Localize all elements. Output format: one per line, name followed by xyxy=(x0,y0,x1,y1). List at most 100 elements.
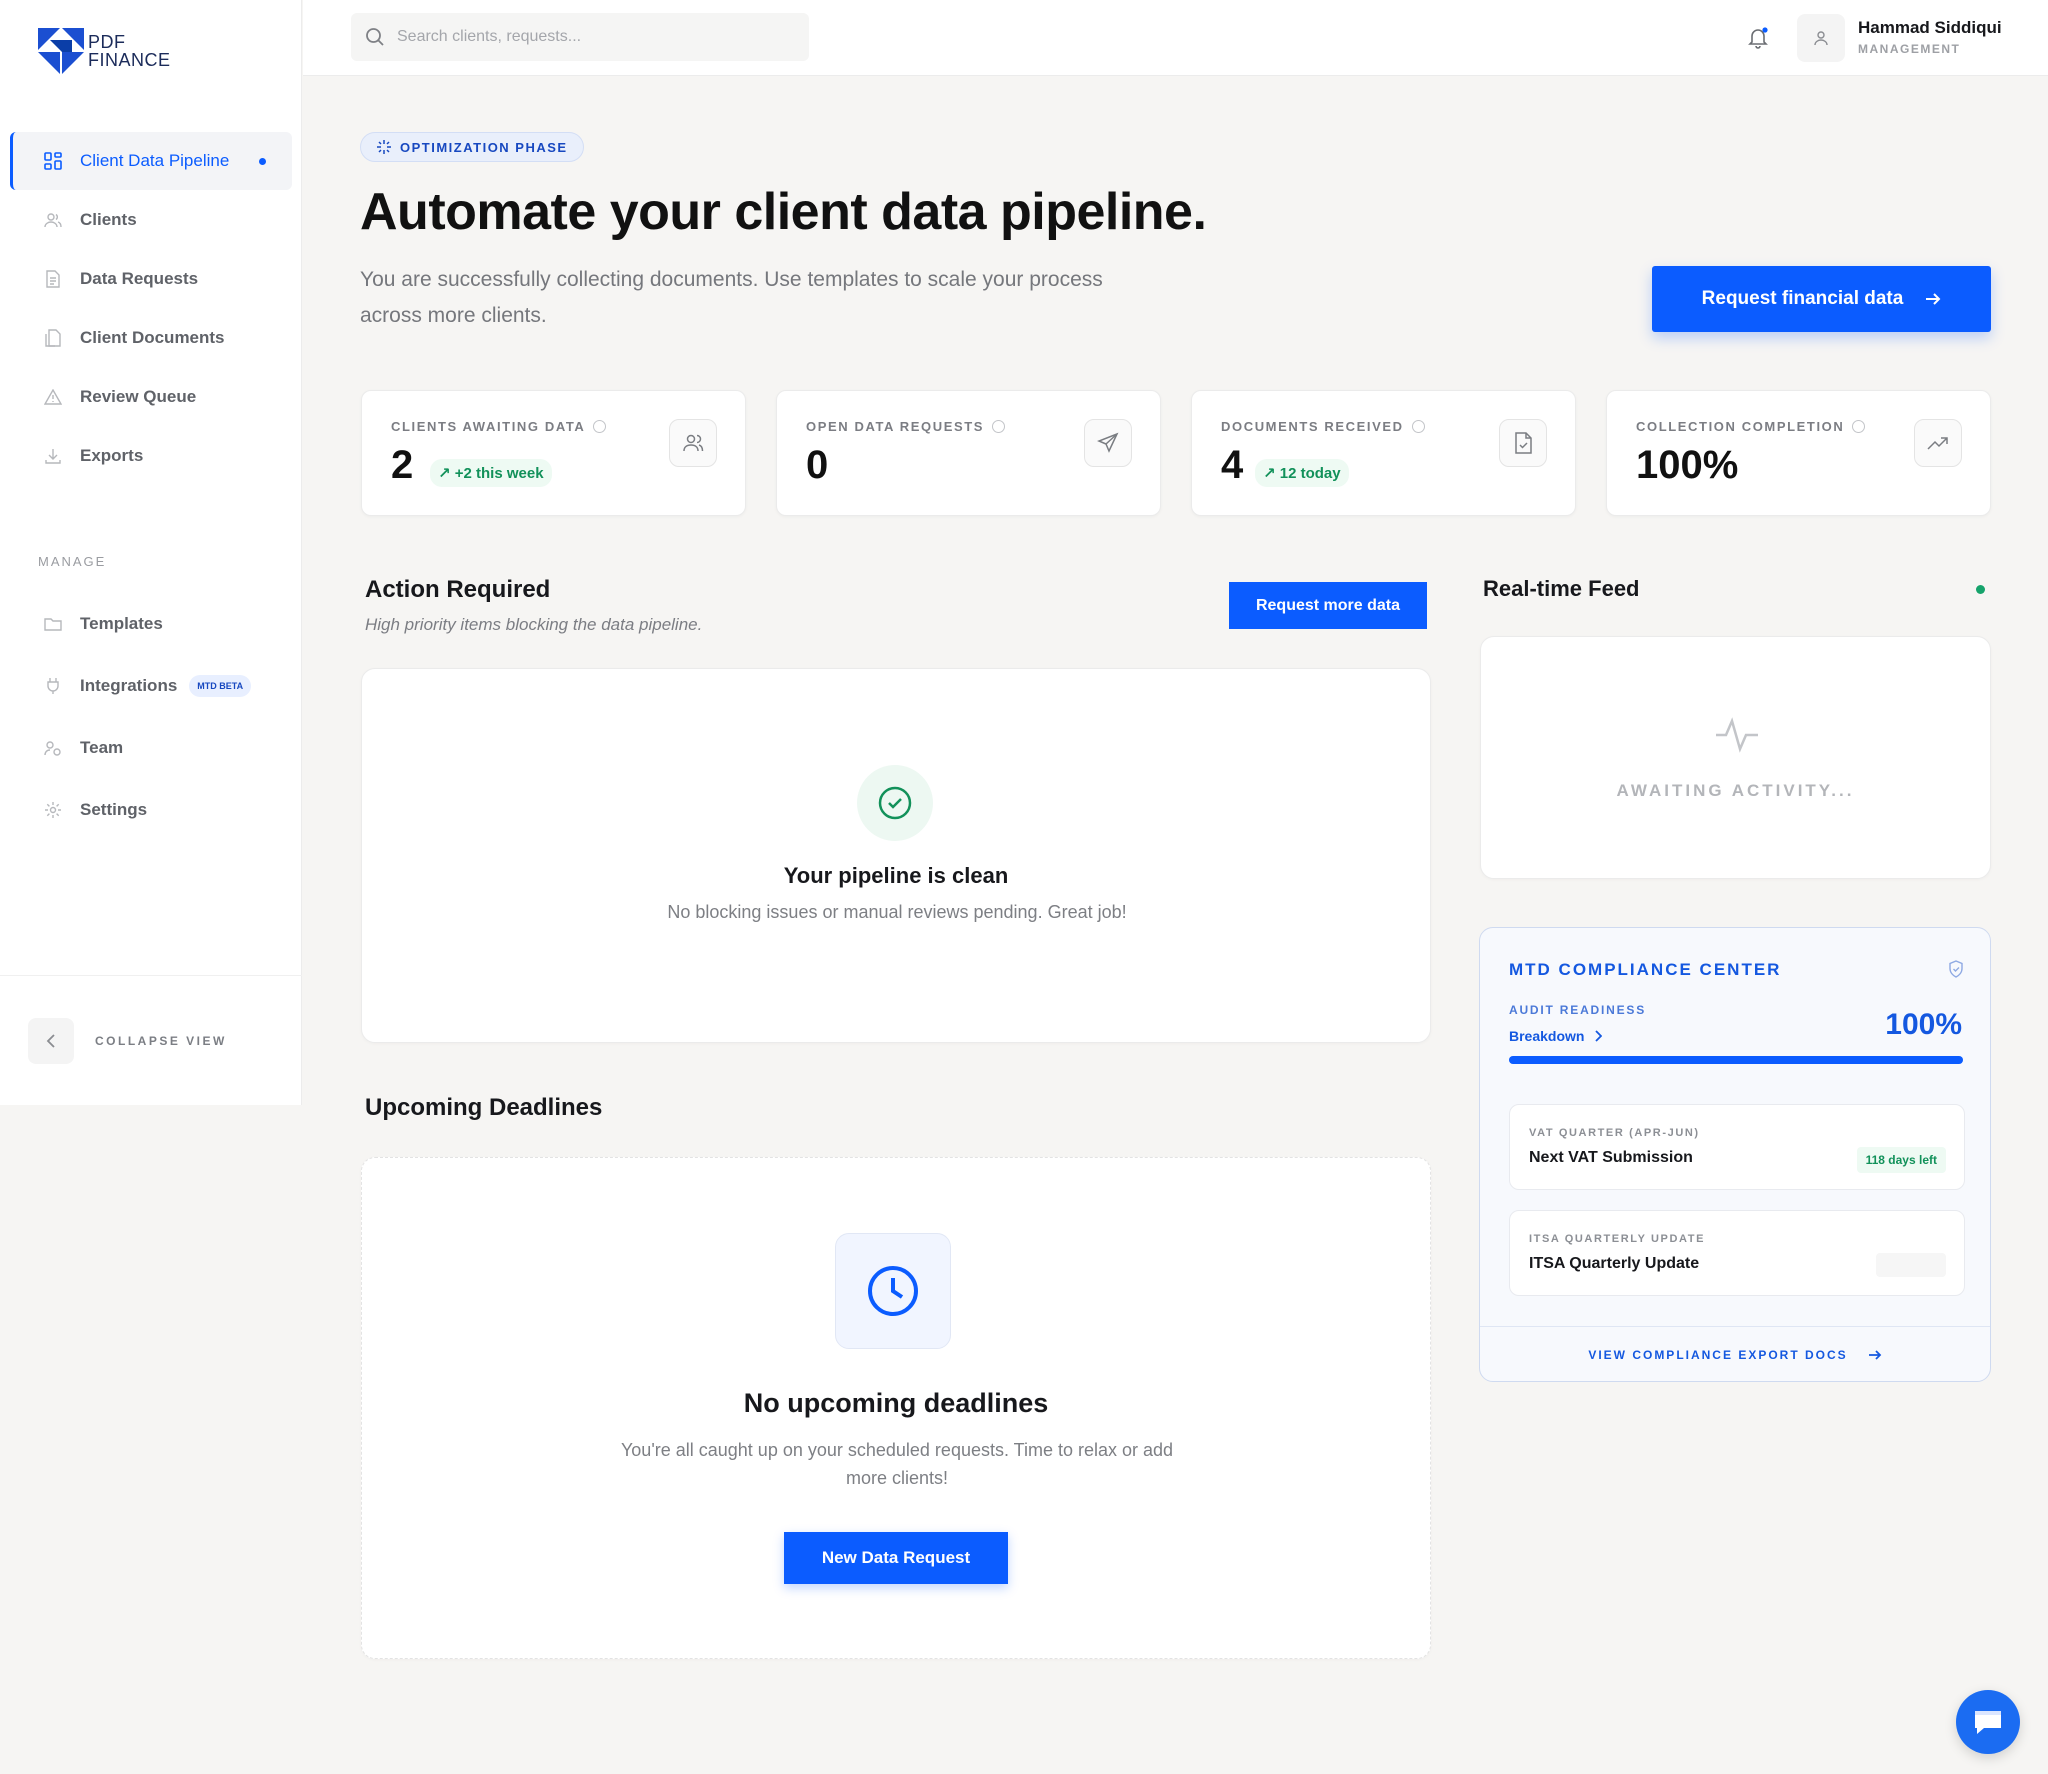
stat-value: 2 xyxy=(391,443,414,487)
days-left-badge: 118 days left xyxy=(1856,1147,1946,1173)
sub-card-title: ITSA Quarterly Update xyxy=(1529,1255,1700,1272)
vat-submission-card[interactable]: VAT QUARTER (APR-JUN) Next VAT Submissio… xyxy=(1509,1104,1965,1190)
active-dot xyxy=(259,158,266,165)
avatar[interactable] xyxy=(1797,14,1845,62)
phase-badge: OPTIMIZATION PHASE xyxy=(360,132,584,162)
request-financial-data-button[interactable]: Request financial data xyxy=(1652,266,1991,332)
sparkle-icon xyxy=(377,140,391,154)
stat-value: 100% xyxy=(1636,443,1739,487)
manage-section-label: MANAGE xyxy=(38,554,107,569)
button-label: Request financial data xyxy=(1701,288,1904,309)
stat-value: 0 xyxy=(806,443,829,487)
new-data-request-button[interactable]: New Data Request xyxy=(784,1532,1008,1584)
sidebar-footer: COLLAPSE VIEW xyxy=(0,975,302,1105)
brand-logo[interactable]: PDF FINANCE xyxy=(38,28,171,74)
file-icon xyxy=(42,268,64,290)
chat-support-button[interactable] xyxy=(1956,1690,2020,1754)
sidebar-item-templates[interactable]: Templates xyxy=(10,593,292,654)
sub-card-label: ITSA QUARTERLY UPDATE xyxy=(1529,1233,1706,1245)
user-icon xyxy=(1814,31,1828,46)
request-more-data-button[interactable]: Request more data xyxy=(1229,582,1427,629)
topbar: Hammad Siddiqui MANAGEMENT xyxy=(303,0,2048,76)
sidebar-item-data-requests[interactable]: Data Requests xyxy=(10,250,292,308)
plug-icon xyxy=(42,675,64,697)
live-indicator-dot xyxy=(1976,585,1985,594)
stat-label: COLLECTION COMPLETION xyxy=(1636,419,1866,434)
stat-card-collection-completion: COLLECTION COMPLETION 100% xyxy=(1606,390,1991,516)
search-icon xyxy=(366,28,384,46)
sidebar-item-label: Team xyxy=(80,737,124,757)
team-icon xyxy=(42,737,64,759)
arrow-right-icon xyxy=(1926,293,1941,305)
action-required-title: Action Required xyxy=(365,576,551,603)
audit-readiness-label: AUDIT READINESS xyxy=(1509,1003,1647,1017)
info-icon[interactable] xyxy=(992,420,1006,433)
page-subtitle: You are successfully collecting document… xyxy=(360,268,1103,327)
sidebar-item-team[interactable]: Team xyxy=(10,717,292,778)
realtime-feed-title: Real-time Feed xyxy=(1483,576,1640,601)
stat-card-clients-awaiting: CLIENTS AWAITING DATA 2 ↗ +2 this week xyxy=(361,390,746,516)
brand-line2: FINANCE xyxy=(88,50,171,70)
check-circle-icon xyxy=(857,765,933,841)
chevron-right-icon xyxy=(1595,1030,1603,1042)
chevron-left-icon xyxy=(46,1034,55,1048)
folder-icon xyxy=(42,613,64,635)
action-required-card: Your pipeline is clean No blocking issue… xyxy=(361,668,1431,1043)
stat-delta: ↗ 12 today xyxy=(1255,459,1349,487)
bell-icon xyxy=(1748,27,1768,49)
chat-icon xyxy=(1975,1711,2001,1734)
realtime-feed-card: AWAITING ACTIVITY... xyxy=(1480,636,1991,879)
sidebar-item-label: Clients xyxy=(80,210,137,229)
collapse-view-button[interactable] xyxy=(28,1018,74,1064)
users-icon xyxy=(42,209,64,231)
arrow-right-icon xyxy=(1868,1349,1881,1360)
grid-icon xyxy=(42,150,64,172)
brand-line1: PDF xyxy=(88,32,126,52)
manage-nav: Templates Integrations MTD BETA Team Set… xyxy=(10,593,292,841)
empty-state-subtitle: You're all caught up on your scheduled r… xyxy=(620,1440,1174,1488)
audit-progress-bar xyxy=(1509,1056,1963,1064)
mtd-title: MTD COMPLIANCE CENTER xyxy=(1509,960,1782,979)
info-icon[interactable] xyxy=(1411,420,1425,433)
collapse-view-label[interactable]: COLLAPSE VIEW xyxy=(95,1034,227,1048)
empty-state-subtitle: No blocking issues or manual reviews pen… xyxy=(667,902,1127,922)
user-role: MANAGEMENT xyxy=(1858,42,1961,56)
search-box[interactable] xyxy=(351,13,809,61)
breakdown-link[interactable]: Breakdown xyxy=(1509,1028,1603,1044)
sidebar: PDF FINANCE Client Data Pipeline Clients… xyxy=(0,0,302,1105)
action-required-subtitle: High priority items blocking the data pi… xyxy=(365,615,703,634)
sidebar-item-client-documents[interactable]: Client Documents xyxy=(10,309,292,367)
stat-label: OPEN DATA REQUESTS xyxy=(806,419,1006,434)
info-icon[interactable] xyxy=(1852,420,1866,433)
gear-icon xyxy=(42,799,64,821)
main-nav: Client Data Pipeline Clients Data Reques… xyxy=(10,132,292,486)
sidebar-item-exports[interactable]: Exports xyxy=(10,427,292,485)
upcoming-deadlines-title: Upcoming Deadlines xyxy=(365,1094,603,1121)
sidebar-item-label: Exports xyxy=(80,446,144,465)
activity-icon xyxy=(1716,717,1758,753)
page-title: Automate your client data pipeline. xyxy=(360,183,1207,241)
sidebar-item-integrations[interactable]: Integrations MTD BETA xyxy=(10,655,292,716)
info-icon[interactable] xyxy=(593,420,607,433)
sidebar-item-review-queue[interactable]: Review Queue xyxy=(10,368,292,426)
itsa-update-card[interactable]: ITSA QUARTERLY UPDATE ITSA Quarterly Upd… xyxy=(1509,1210,1965,1296)
search-input[interactable] xyxy=(397,28,777,46)
download-icon xyxy=(42,445,64,467)
logo-icon xyxy=(38,28,84,74)
send-icon xyxy=(1084,419,1132,467)
awaiting-activity-label: AWAITING ACTIVITY... xyxy=(1616,781,1855,800)
stat-card-documents-received: DOCUMENTS RECEIVED 4 ↗ 12 today xyxy=(1191,390,1576,516)
sidebar-item-client-data-pipeline[interactable]: Client Data Pipeline xyxy=(10,132,292,190)
shield-check-icon xyxy=(1949,960,1963,978)
sidebar-item-settings[interactable]: Settings xyxy=(10,779,292,840)
empty-state-title: Your pipeline is clean xyxy=(783,863,1009,888)
view-compliance-docs-link[interactable]: VIEW COMPLIANCE EXPORT DOCS xyxy=(1480,1326,1990,1382)
sidebar-item-label: Client Data Pipeline xyxy=(80,151,230,170)
notifications-button[interactable] xyxy=(1744,24,1772,52)
audit-readiness-value: 100% xyxy=(1885,1008,1962,1041)
stat-delta: ↗ +2 this week xyxy=(430,459,552,487)
upcoming-deadlines-card: No upcoming deadlines You're all caught … xyxy=(361,1157,1431,1659)
user-name[interactable]: Hammad Siddiqui xyxy=(1858,18,2002,38)
stat-label: CLIENTS AWAITING DATA xyxy=(391,419,607,434)
sidebar-item-clients[interactable]: Clients xyxy=(10,191,292,249)
